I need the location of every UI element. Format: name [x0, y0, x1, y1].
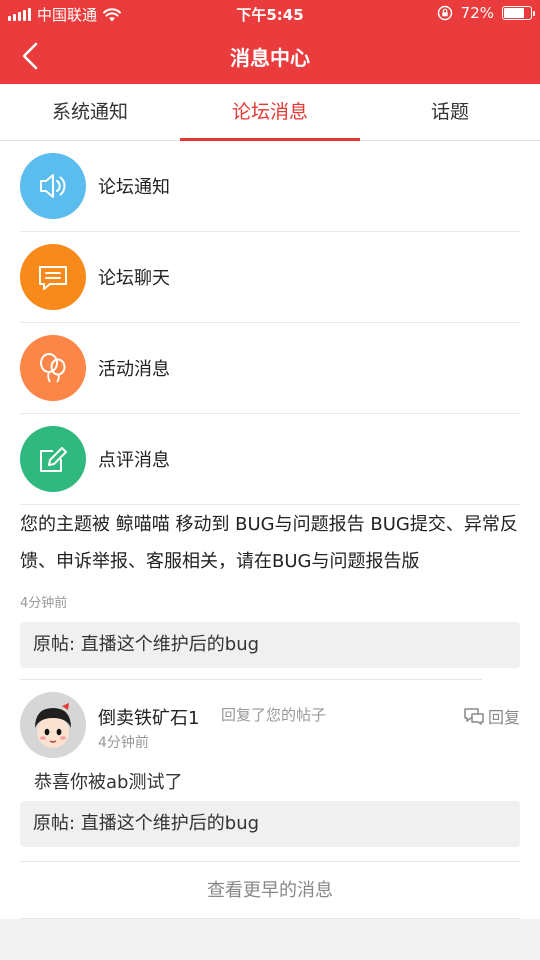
category-label: 点评消息: [98, 450, 170, 471]
divider: [20, 861, 520, 862]
balloon-icon: [20, 335, 86, 401]
battery-fill: [504, 8, 525, 18]
page-title: 消息中心: [230, 46, 310, 70]
message-list: 论坛通知 论坛聊天 活动消息 点评消息 您的主题被 鲸喵喵 移动到 BUG与问题…: [0, 141, 540, 919]
tab-system-notice[interactable]: 系统通知: [0, 84, 180, 140]
avatar-cartoon-icon: [20, 692, 86, 758]
nav-bar: 消息中心: [0, 28, 540, 84]
category-label: 论坛聊天: [98, 268, 170, 289]
reply-button[interactable]: 回复: [463, 704, 520, 728]
original-post-quote[interactable]: 原帖: 直播这个维护后的bug: [20, 801, 520, 847]
tab-bar: 系统通知 论坛消息 话题: [0, 84, 540, 141]
view-earlier-button[interactable]: 查看更早的消息: [20, 863, 520, 919]
original-post-quote[interactable]: 原帖: 直播这个维护后的bug: [20, 622, 520, 668]
divider: [20, 679, 482, 680]
category-review[interactable]: 点评消息: [20, 414, 520, 505]
battery-icon: [502, 6, 535, 20]
speaker-icon: [20, 153, 86, 219]
reply-chat-icon: [464, 708, 484, 725]
top-header: 中国联通 下午5:45 72% 消息中心: [0, 0, 540, 84]
rotation-lock-icon: [437, 5, 452, 21]
category-label: 论坛通知: [98, 177, 170, 198]
category-forum-notice[interactable]: 论坛通知: [20, 141, 520, 232]
notice-text[interactable]: 您的主题被 鲸喵喵 移动到 BUG与问题报告 BUG提交、异常反馈、申诉举报、客…: [20, 506, 522, 580]
category-label: 活动消息: [98, 359, 170, 380]
status-bar: 中国联通 下午5:45 72%: [0, 0, 540, 28]
reply-button-label: 回复: [487, 708, 520, 727]
tab-topics[interactable]: 话题: [360, 84, 540, 140]
reply-time: 4分钟前: [98, 735, 149, 751]
status-right: 72%: [437, 4, 535, 22]
tab-forum-messages[interactable]: 论坛消息: [180, 84, 360, 141]
reply-action: 回复了您的帖子: [221, 706, 327, 724]
category-activity[interactable]: 活动消息: [20, 323, 520, 414]
reply-username[interactable]: 倒卖铁矿石1: [98, 704, 199, 730]
reply-content: 恭喜你被ab测试了: [34, 772, 183, 793]
battery-percent: 72%: [460, 4, 494, 22]
edit-icon: [20, 426, 86, 492]
avatar[interactable]: [20, 692, 86, 758]
category-forum-chat[interactable]: 论坛聊天: [20, 232, 520, 323]
notice-time: 4分钟前: [20, 596, 68, 611]
chat-bubble-icon: [20, 244, 86, 310]
